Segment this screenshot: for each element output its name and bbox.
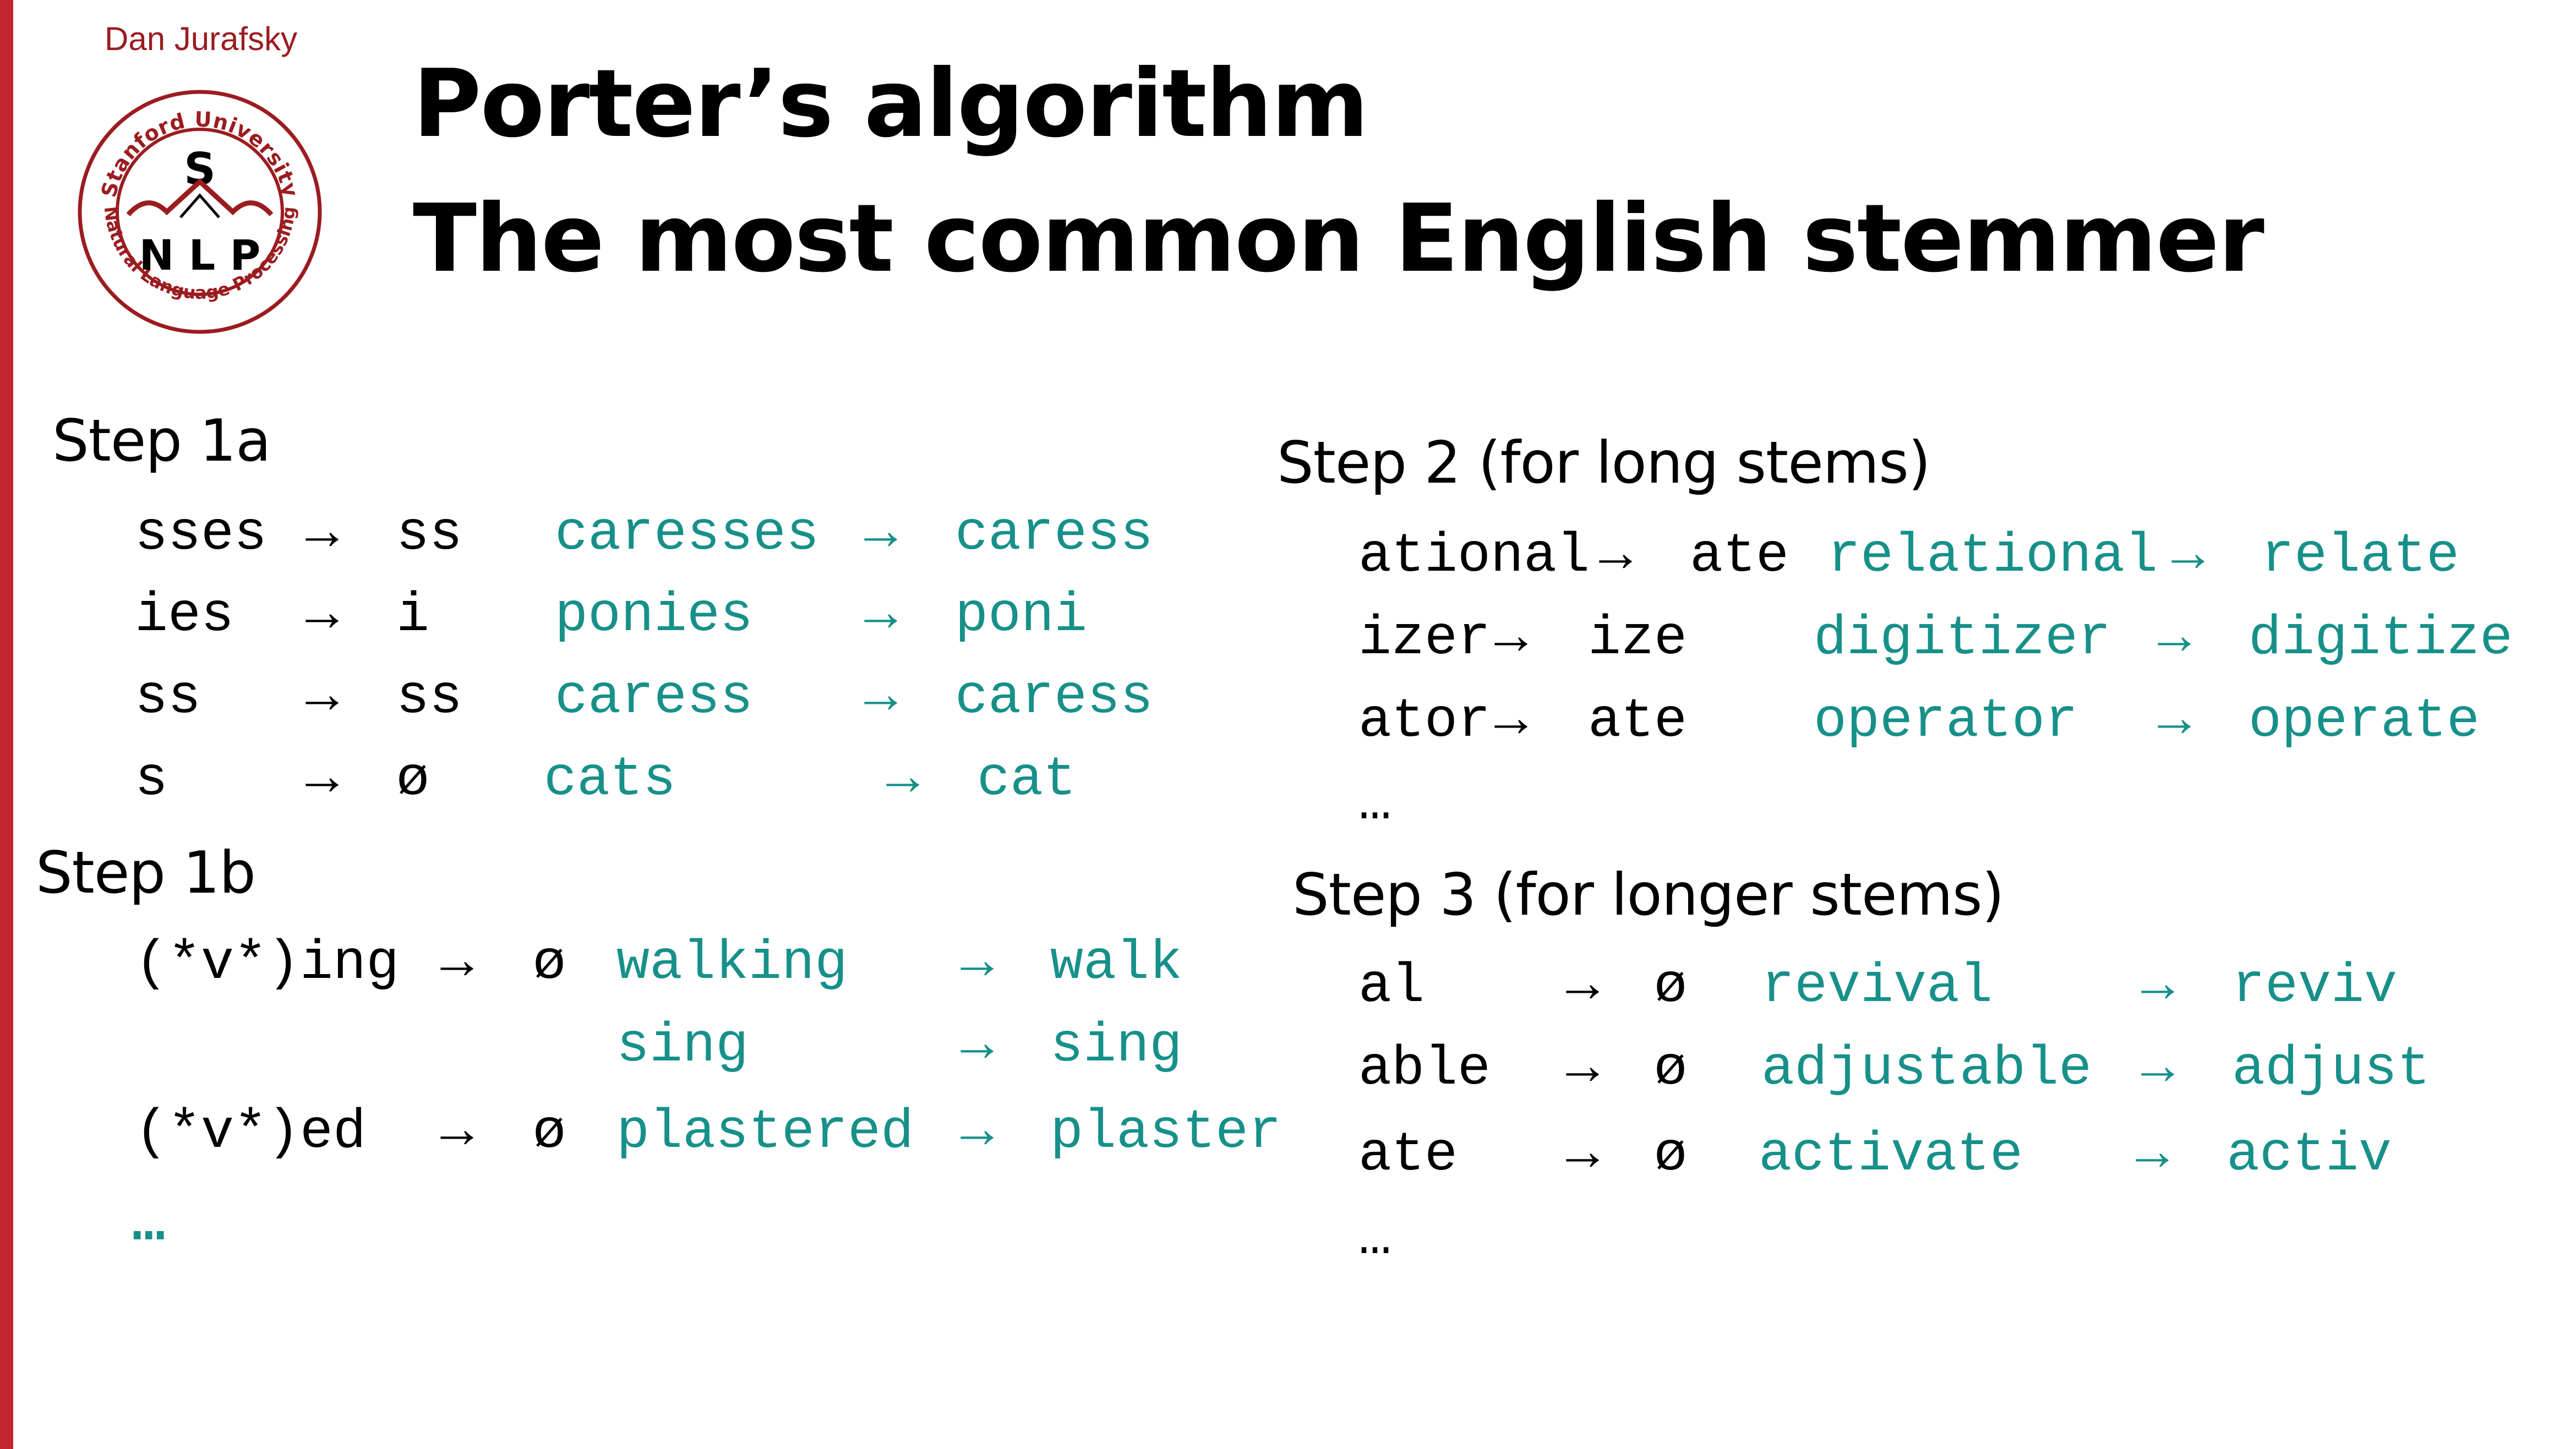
rule-arrow: →	[1599, 526, 1633, 588]
rule-arrow: →	[305, 504, 339, 566]
example-arrow: →	[864, 585, 898, 647]
rule-pattern: ies	[135, 585, 234, 647]
step1b-heading: Step 1b	[36, 839, 256, 906]
example-input: walking	[616, 933, 848, 995]
rule-pattern: able	[1358, 1038, 1491, 1101]
rule-arrow: →	[440, 933, 474, 995]
rule-arrow: →	[305, 667, 339, 729]
example-input: ponies	[555, 585, 754, 647]
example-arrow: →	[960, 1102, 994, 1164]
rule-pattern: ational	[1358, 526, 1590, 588]
rule-replacement: i	[396, 585, 430, 647]
rule-replacement: ss	[396, 504, 463, 566]
example-input: revival	[1761, 956, 1993, 1018]
example-output: adjust	[2232, 1038, 2431, 1101]
rule-replacement: ø	[396, 749, 430, 811]
example-output: caress	[955, 504, 1154, 566]
example-output: activ	[2226, 1124, 2392, 1186]
example-output: reviv	[2232, 956, 2398, 1018]
rule-arrow: →	[1494, 608, 1528, 670]
example-output: walk	[1050, 933, 1183, 995]
rule-arrow: →	[305, 585, 339, 647]
example-input: plastered	[616, 1102, 914, 1164]
author-name: Dan Jurafsky	[105, 20, 298, 57]
logo-peak-lines	[179, 193, 220, 218]
example-output: caress	[955, 667, 1154, 729]
rule-arrow: →	[1566, 1124, 1600, 1186]
example-output: sing	[1050, 1015, 1183, 1078]
stanford-nlp-logo: Stanford University Natural Language Pro…	[78, 90, 322, 334]
step3-ellipsis: …	[1358, 1208, 1392, 1270]
example-arrow: →	[2171, 526, 2205, 588]
rule-pattern: ss	[135, 667, 201, 729]
rule-pattern: ator	[1358, 691, 1491, 753]
rule-replacement: ize	[1588, 608, 1688, 670]
example-input: cats	[544, 749, 676, 811]
example-output: relate	[2261, 526, 2460, 588]
example-input: relational	[1827, 526, 2158, 588]
example-arrow: →	[2141, 956, 2175, 1018]
example-input: adjustable	[1761, 1038, 2092, 1101]
example-arrow: →	[864, 504, 898, 566]
rule-pattern: (*v*)ing	[135, 933, 400, 995]
rule-arrow: →	[1566, 1038, 1600, 1101]
rule-replacement: ø	[533, 933, 566, 995]
example-arrow: →	[886, 749, 920, 811]
example-output: poni	[955, 585, 1088, 647]
example-arrow: →	[2158, 691, 2191, 753]
example-arrow: →	[960, 1015, 994, 1078]
example-output: operate	[2248, 691, 2480, 753]
rule-replacement: ate	[1588, 691, 1688, 753]
rule-pattern: sses	[135, 504, 268, 566]
example-arrow: →	[2136, 1124, 2169, 1186]
rule-pattern: izer	[1358, 608, 1491, 670]
step2-ellipsis: …	[1358, 773, 1392, 835]
rule-arrow: →	[440, 1102, 474, 1164]
step1a-heading: Step 1a	[52, 407, 271, 474]
rule-arrow: →	[1566, 956, 1600, 1018]
example-arrow: →	[864, 667, 898, 729]
example-input: digitizer	[1814, 608, 2111, 670]
step2-heading: Step 2 (for long stems)	[1277, 429, 1931, 496]
example-output: digitize	[2248, 608, 2513, 670]
logo-letters-nlp: N L P	[139, 231, 261, 280]
rule-replacement: ø	[1654, 956, 1688, 1018]
rule-replacement: ss	[396, 667, 463, 729]
title-line-2: The most common English stemmer	[413, 184, 2264, 293]
rule-replacement: ø	[1654, 1038, 1688, 1101]
rule-pattern: s	[135, 749, 168, 811]
logo-letter-s: S	[184, 144, 216, 195]
example-arrow: →	[960, 933, 994, 995]
example-input: activate	[1759, 1124, 2023, 1186]
rule-pattern: ate	[1358, 1124, 1458, 1186]
example-input: operator	[1814, 691, 2078, 753]
accent-bar	[0, 0, 13, 1449]
rule-replacement: ø	[533, 1102, 566, 1164]
example-input: sing	[616, 1015, 749, 1078]
step3-heading: Step 3 (for longer stems)	[1292, 861, 2005, 928]
example-arrow: →	[2158, 608, 2191, 670]
example-input: caresses	[555, 504, 820, 566]
rule-replacement: ate	[1690, 526, 1789, 588]
example-output: plaster	[1050, 1102, 1282, 1164]
rule-arrow: →	[305, 749, 339, 811]
title-line-1: Porter’s algorithm	[413, 50, 1369, 158]
step1b-ellipsis: …	[132, 1194, 166, 1256]
example-output: cat	[977, 749, 1077, 811]
rule-arrow: →	[1494, 691, 1528, 753]
example-arrow: →	[2141, 1038, 2175, 1101]
rule-pattern: al	[1358, 956, 1425, 1018]
rule-pattern: (*v*)ed	[135, 1102, 367, 1164]
rule-replacement: ø	[1654, 1124, 1688, 1186]
example-input: caress	[555, 667, 754, 729]
